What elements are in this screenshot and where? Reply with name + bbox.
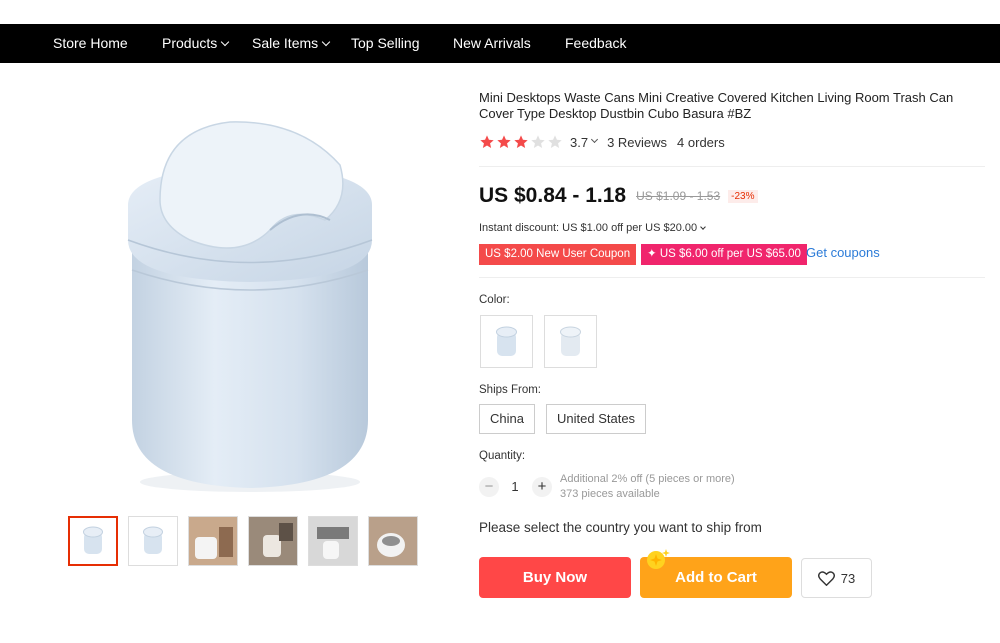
rating-stars xyxy=(479,134,563,150)
chevron-down-icon xyxy=(221,37,230,47)
thumbnail-3[interactable] xyxy=(188,516,238,566)
ship-country-note: Please select the country you want to sh… xyxy=(479,520,762,535)
thumbnail-2[interactable] xyxy=(128,516,178,566)
thumbnail-1[interactable] xyxy=(68,516,118,566)
photo-thumb-image xyxy=(369,517,417,565)
chevron-down-icon xyxy=(321,37,331,47)
photo-thumb-image xyxy=(309,517,357,565)
star-icon xyxy=(548,135,562,148)
ship-from-china[interactable]: China xyxy=(479,404,535,434)
color-label: Color: xyxy=(479,294,510,306)
trash-can-swatch-image xyxy=(496,326,517,356)
nav-store-home-label: Store Home xyxy=(53,35,128,51)
nav-store-home[interactable]: Store Home xyxy=(53,24,128,63)
new-user-coupon[interactable]: US $2.00 New User Coupon xyxy=(479,244,637,265)
chevron-down-icon[interactable] xyxy=(591,135,599,143)
nav-products-label: Products xyxy=(162,35,218,51)
thumbnail-6[interactable] xyxy=(368,516,418,566)
discount-badge: -23% xyxy=(728,189,758,203)
nav-new-arrivals-label: New Arrivals xyxy=(453,35,531,51)
quantity-label: Quantity: xyxy=(479,450,526,462)
product-title: Mini Desktops Waste Cans Mini Creative C… xyxy=(479,90,954,121)
photo-thumb-image xyxy=(249,517,297,565)
ships-from-label: Ships From: xyxy=(479,384,541,396)
nav-products[interactable]: Products xyxy=(162,24,230,63)
star-icon xyxy=(480,135,494,148)
wishlist-button[interactable]: 73 xyxy=(801,558,872,598)
trash-can-thumb-image xyxy=(83,526,103,554)
nav-top-selling-label: Top Selling xyxy=(351,35,420,51)
quantity-decrease-button[interactable]: − xyxy=(479,477,499,497)
original-price: US $1.09 - 1.53 xyxy=(636,189,721,203)
trash-can-swatch-image xyxy=(560,326,581,356)
divider xyxy=(479,277,985,278)
rating-row: 3.7 3 Reviews 4 orders xyxy=(479,133,725,151)
orders-count: 4 orders xyxy=(677,134,725,150)
current-price: US $0.84 - 1.18 xyxy=(479,184,627,207)
color-swatch-1[interactable] xyxy=(480,315,533,368)
chevron-down-icon xyxy=(700,224,706,230)
price-row: US $0.84 - 1.18 US $1.09 - 1.53 -23% xyxy=(479,183,758,209)
nav-feedback[interactable]: Feedback xyxy=(565,24,626,63)
reviews-link[interactable]: 3 Reviews xyxy=(607,135,667,150)
nav-sale-items[interactable]: Sale Items xyxy=(252,24,331,63)
nav-sale-items-label: Sale Items xyxy=(252,35,319,51)
nav-feedback-label: Feedback xyxy=(565,35,627,51)
get-coupons-link[interactable]: Get coupons xyxy=(806,245,880,260)
photo-thumb-image xyxy=(189,517,237,565)
ship-from-united-states[interactable]: United States xyxy=(546,404,647,434)
thumbnail-5[interactable] xyxy=(308,516,358,566)
main-product-image[interactable] xyxy=(120,110,380,500)
star-icon xyxy=(531,135,545,148)
heart-icon xyxy=(817,570,835,586)
trash-can-thumb-image xyxy=(143,526,163,554)
instant-discount-text: Instant discount: US $1.00 off per US $2… xyxy=(479,222,698,234)
wishlist-count: 73 xyxy=(840,570,856,586)
store-nav-bar: Store Home Products Sale Items Top Selli… xyxy=(0,24,1000,63)
quantity-increase-button[interactable]: + xyxy=(532,477,552,497)
thumbnail-4[interactable] xyxy=(248,516,298,566)
divider xyxy=(479,166,985,167)
rating-score[interactable]: 3.7 xyxy=(570,135,588,150)
star-icon xyxy=(514,135,528,148)
buy-now-button[interactable]: Buy Now xyxy=(479,557,631,598)
nav-new-arrivals[interactable]: New Arrivals xyxy=(453,24,531,63)
star-icon xyxy=(497,135,511,148)
store-coupon[interactable]: ✦ US $6.00 off per US $65.00 xyxy=(641,244,807,265)
nav-top-selling[interactable]: Top Selling xyxy=(351,24,420,63)
instant-discount[interactable]: Instant discount: US $1.00 off per US $2… xyxy=(479,222,715,234)
stock-available: 373 pieces available xyxy=(560,488,660,500)
color-swatch-2[interactable] xyxy=(544,315,597,368)
sparkle-icon xyxy=(647,549,670,569)
quantity-value[interactable]: 1 xyxy=(506,479,524,494)
bulk-discount-note: Additional 2% off (5 pieces or more) xyxy=(560,473,735,485)
